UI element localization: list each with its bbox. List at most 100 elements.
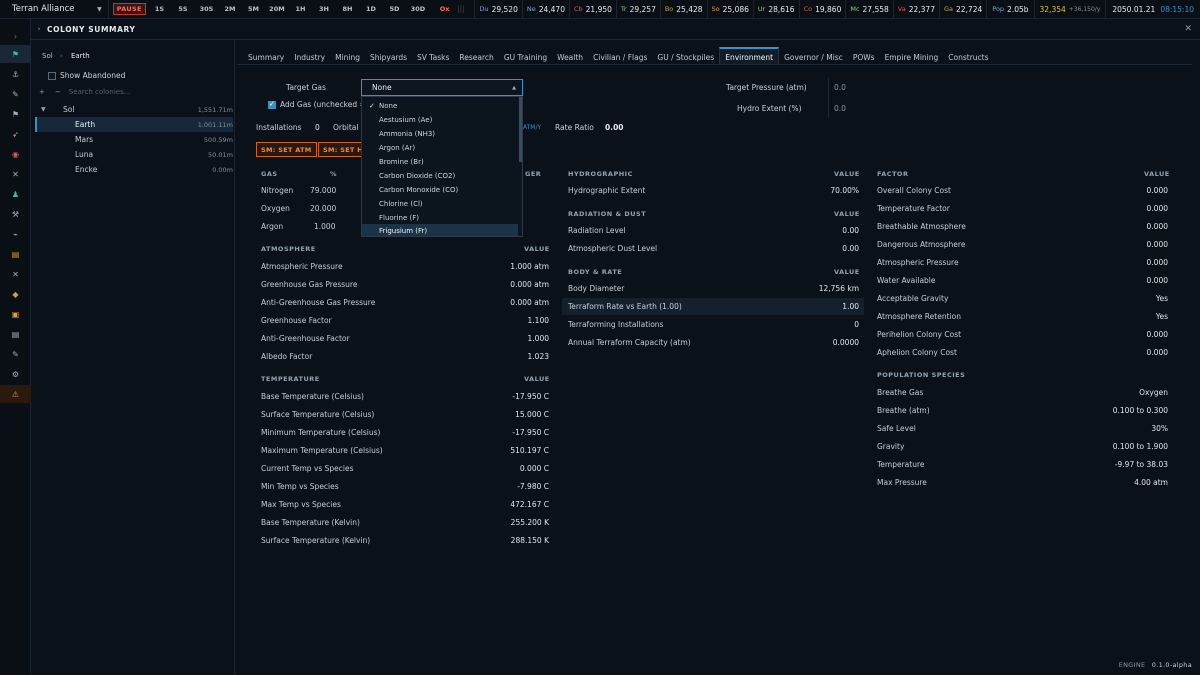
speed-button[interactable]: 5M [242, 5, 266, 13]
tab-shipyards[interactable]: Shipyards [365, 47, 412, 65]
box-icon[interactable]: ▣ [0, 305, 31, 323]
table-row-label: Atmospheric Pressure [261, 262, 343, 271]
checkbox[interactable] [268, 100, 276, 109]
game-clock: 2050.01.21 08:15:10 [1105, 0, 1200, 19]
pennant-icon[interactable]: ⚑ [0, 105, 31, 123]
swords-icon[interactable]: ✕ [0, 165, 31, 183]
tab-empire-mining[interactable]: Empire Mining [880, 47, 944, 65]
target-pressure-input[interactable]: 0.0 [834, 83, 846, 92]
tab-industry[interactable]: Industry [289, 47, 330, 65]
table-row-label: Surface Temperature (Kelvin) [261, 536, 371, 545]
speed-button[interactable]: 1D [359, 5, 383, 13]
tree-body-row[interactable]: Encke 0.00m [35, 162, 233, 177]
body-name: Mars [75, 135, 94, 144]
sm-set-atm-button[interactable]: SM: SET ATM [256, 142, 317, 157]
search-input[interactable]: Search colonies... [69, 88, 131, 96]
wrench-icon[interactable]: ✎ [0, 85, 31, 103]
tab-research[interactable]: Research [454, 47, 498, 65]
check-icon: ✓ [369, 102, 375, 110]
hydro-extent-input[interactable]: 0.0 [834, 104, 846, 113]
minus-icon[interactable]: − [55, 88, 61, 96]
dropdown-option[interactable]: Carbon Dioxide (CO2) [362, 169, 518, 183]
pickaxe-icon[interactable]: ⚒ [0, 205, 31, 223]
tab-pows[interactable]: POWs [848, 47, 880, 65]
dropdown-option[interactable]: Argon (Ar) [362, 141, 518, 155]
body-name: Earth [75, 120, 96, 129]
tab-mining[interactable]: Mining [330, 47, 365, 65]
tree-system-row[interactable]: ▼ Sol 1,551.71m [35, 102, 233, 117]
dropdown-option-hovered[interactable]: Frigusium (Fr) [362, 224, 518, 236]
dropdown-option[interactable]: Fluorine (F) [362, 211, 518, 225]
add-gas-toggle[interactable]: Add Gas (unchecked = [268, 100, 366, 109]
chevron-right-icon[interactable]: › [0, 27, 31, 45]
chevron-down-icon[interactable]: ▼ [35, 106, 49, 113]
tag-icon[interactable]: ◆ [0, 285, 31, 303]
target-icon[interactable]: ◉ [0, 145, 31, 163]
tab-governor-misc[interactable]: Governor / Misc [779, 47, 848, 65]
crossed-icon[interactable]: ✕ [0, 265, 31, 283]
population-indicator: Pop 2.05b [986, 0, 1033, 19]
speed-button[interactable]: 8H [336, 5, 360, 13]
temperature-header: TEMPERATURE [261, 375, 320, 383]
document-icon[interactable]: ▤ [0, 325, 31, 343]
gear-icon[interactable]: ⚙ [0, 365, 31, 383]
table-row-value: 288.150 K [510, 536, 549, 545]
close-icon[interactable]: ✕ [1184, 24, 1192, 34]
dropdown-option[interactable]: ✓ None [362, 99, 518, 113]
breadcrumb-leaf: Earth [70, 52, 90, 60]
table-row-value: 0.00 [842, 226, 859, 235]
clipboard-icon[interactable]: ▤ [0, 245, 31, 263]
tab-wealth[interactable]: Wealth [552, 47, 588, 65]
satellite-icon[interactable]: ⌁ [0, 225, 31, 243]
warning-icon[interactable]: ⚠ [0, 385, 31, 403]
tab-environment[interactable]: Environment [719, 47, 780, 65]
tool-icon[interactable]: ✎ [0, 345, 31, 363]
dropdown-option[interactable]: Carbon Monoxide (CO) [362, 183, 518, 197]
empire-selector[interactable]: Terran Alliance ▼ [0, 0, 109, 19]
anchor-icon[interactable]: ⚓ [0, 65, 31, 83]
tree-body-row[interactable]: Earth 1,001.11m [35, 117, 233, 132]
hydrographic-header: HYDROGRAPHIC [568, 170, 633, 178]
show-abandoned-toggle[interactable]: Show Abandoned [48, 71, 125, 80]
dropdown-scrollbar[interactable] [519, 97, 522, 162]
tab-sv-tasks[interactable]: SV Tasks [412, 47, 454, 65]
mineral-item: Cb 21,950 [568, 0, 616, 19]
table-row-value: 1.00 [842, 302, 859, 311]
tab-gu-stockpiles[interactable]: GU / Stockpiles [652, 47, 719, 65]
tab-summary[interactable]: Summary [243, 47, 289, 65]
oxygen-indicator: Ox [439, 5, 450, 13]
person-icon[interactable]: ♟ [0, 185, 31, 203]
target-gas-select[interactable]: None ▲ [361, 79, 523, 96]
speed-button[interactable]: 20M [265, 5, 289, 13]
speed-button[interactable]: 3H [312, 5, 336, 13]
table-row-label: Body Diameter [568, 284, 625, 293]
tab-constructs[interactable]: Constructs [943, 47, 993, 65]
speed-button[interactable]: 1H [289, 5, 313, 13]
add-icon[interactable]: + [39, 88, 45, 96]
flag-icon[interactable]: ⚑ [0, 45, 31, 63]
collapse-icon[interactable]: › [31, 25, 47, 33]
dropdown-option[interactable]: Ammonia (NH3) [362, 127, 518, 141]
tab-gu-training[interactable]: GU Training [499, 47, 552, 65]
speed-button[interactable]: 2M [218, 5, 242, 13]
speed-button[interactable]: 5D [383, 5, 407, 13]
value-header: VALUE [834, 268, 860, 276]
speed-button[interactable]: 1S [148, 5, 172, 13]
rocket-icon[interactable]: ➶ [0, 125, 31, 143]
breadcrumb-root[interactable]: Sol [42, 52, 53, 60]
checkbox[interactable] [48, 71, 56, 80]
dropdown-option[interactable]: Chlorine (Cl) [362, 197, 518, 211]
dropdown-option[interactable]: Bromine (Br) [362, 155, 518, 169]
tab-civilian-flags[interactable]: Civilian / Flags [588, 47, 652, 65]
tree-body-row[interactable]: Luna 50.01m [35, 147, 233, 162]
speed-button[interactable]: 5S [171, 5, 195, 13]
dropdown-option[interactable]: Aestusium (Ae) [362, 113, 518, 127]
gas-header: GAS [261, 170, 278, 178]
table-row-value: -17.950 C [512, 428, 549, 437]
table-row-value: -17.950 C [512, 392, 549, 401]
table-row-value: 4.00 atm [1134, 478, 1168, 487]
speed-button[interactable]: 30D [406, 5, 430, 13]
tree-body-row[interactable]: Mars 500.59m [35, 132, 233, 147]
speed-button[interactable]: 30S [195, 5, 219, 13]
pause-button[interactable]: PAUSE [112, 3, 146, 15]
